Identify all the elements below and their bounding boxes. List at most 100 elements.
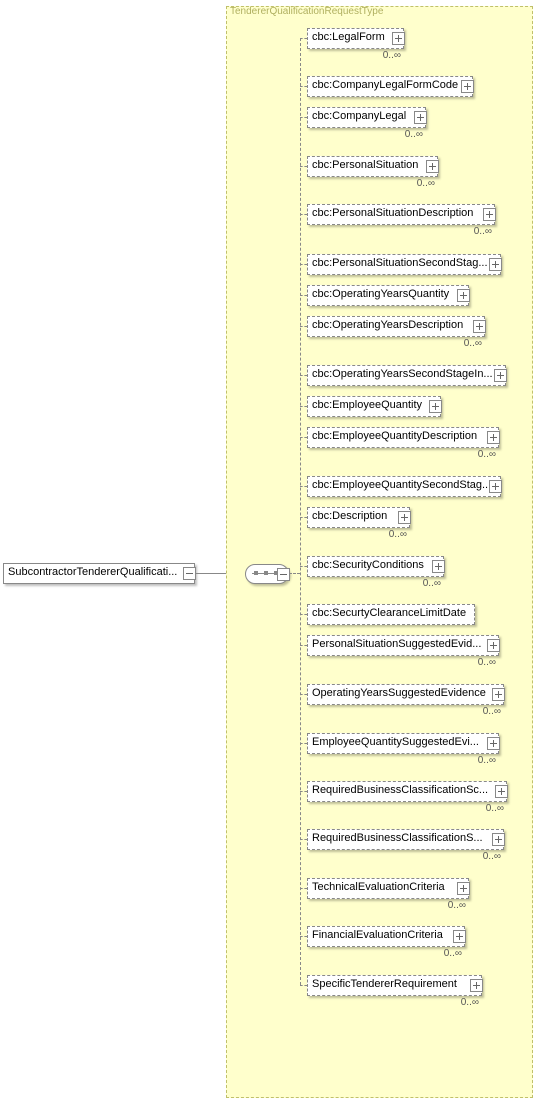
connector-stub bbox=[300, 517, 307, 518]
element-node[interactable]: SpecificTendererRequirement0..∞ bbox=[307, 975, 482, 996]
element-label: cbc:EmployeeQuantitySecondStag... bbox=[312, 479, 491, 491]
element-label: cbc:PersonalSituation bbox=[312, 159, 418, 171]
plus-icon[interactable] bbox=[398, 511, 411, 524]
plus-icon[interactable] bbox=[489, 258, 502, 271]
diagram-canvas: SubcontractorTendererQualificati... Tend… bbox=[0, 0, 536, 1104]
element-label: cbc:CompanyLegal bbox=[312, 110, 406, 122]
element-label: cbc:SecurtyClearanceLimitDate bbox=[312, 607, 466, 619]
element-node[interactable]: RequiredBusinessClassificationS...0..∞ bbox=[307, 829, 504, 850]
element-node[interactable]: cbc:OperatingYearsQuantity bbox=[307, 285, 469, 306]
plus-icon[interactable] bbox=[489, 480, 502, 493]
plus-icon[interactable] bbox=[487, 737, 500, 750]
plus-icon[interactable] bbox=[470, 979, 483, 992]
plus-icon[interactable] bbox=[461, 80, 474, 93]
plus-icon[interactable] bbox=[432, 560, 445, 573]
element-node[interactable]: cbc:Description0..∞ bbox=[307, 507, 410, 528]
connector-stub bbox=[300, 326, 307, 327]
plus-icon[interactable] bbox=[495, 785, 508, 798]
element-label: cbc:OperatingYearsSecondStageIn... bbox=[312, 368, 493, 380]
element-label: TechnicalEvaluationCriteria bbox=[312, 881, 445, 893]
connector-stub bbox=[300, 295, 307, 296]
element-label: cbc:LegalForm bbox=[312, 31, 385, 43]
plus-icon[interactable] bbox=[483, 208, 496, 221]
cardinality-label: 0..∞ bbox=[405, 129, 423, 140]
element-label: cbc:SecurityConditions bbox=[312, 559, 424, 571]
plus-icon[interactable] bbox=[492, 833, 505, 846]
connector-stub bbox=[300, 936, 307, 937]
element-node[interactable]: cbc:LegalForm0..∞ bbox=[307, 28, 404, 49]
element-label: EmployeeQuantitySuggestedEvi... bbox=[312, 736, 479, 748]
element-node[interactable]: PersonalSituationSuggestedEvid...0..∞ bbox=[307, 635, 499, 656]
plus-icon[interactable] bbox=[492, 688, 505, 701]
plus-icon[interactable] bbox=[487, 431, 500, 444]
minus-icon[interactable] bbox=[277, 568, 290, 581]
element-label: cbc:Description bbox=[312, 510, 387, 522]
element-label: PersonalSituationSuggestedEvid... bbox=[312, 638, 481, 650]
plus-icon[interactable] bbox=[494, 369, 507, 382]
element-node[interactable]: FinancialEvaluationCriteria0..∞ bbox=[307, 926, 465, 947]
element-node[interactable]: cbc:PersonalSituationDescription0..∞ bbox=[307, 204, 495, 225]
connector-stub bbox=[300, 694, 307, 695]
dot-icon bbox=[254, 571, 258, 575]
cardinality-label: 0..∞ bbox=[478, 657, 496, 668]
connector-stub bbox=[300, 38, 307, 39]
plus-icon[interactable] bbox=[457, 289, 470, 302]
plus-icon[interactable] bbox=[414, 111, 427, 124]
cardinality-label: 0..∞ bbox=[483, 706, 501, 717]
element-node[interactable]: cbc:EmployeeQuantityDescription0..∞ bbox=[307, 427, 499, 448]
sequence-compositor[interactable] bbox=[245, 564, 289, 584]
connector-stub bbox=[300, 117, 307, 118]
root-element[interactable]: SubcontractorTendererQualificati... bbox=[3, 563, 195, 584]
element-node[interactable]: EmployeeQuantitySuggestedEvi...0..∞ bbox=[307, 733, 499, 754]
element-node[interactable]: cbc:SecurityConditions0..∞ bbox=[307, 556, 444, 577]
plus-icon[interactable] bbox=[429, 400, 442, 413]
connector-stub bbox=[300, 86, 307, 87]
element-label: RequiredBusinessClassificationS... bbox=[312, 832, 483, 844]
element-node[interactable]: cbc:PersonalSituationSecondStag... bbox=[307, 254, 501, 275]
dot-icon bbox=[264, 571, 268, 575]
minus-icon[interactable] bbox=[183, 567, 196, 580]
element-node[interactable]: OperatingYearsSuggestedEvidence0..∞ bbox=[307, 684, 504, 705]
element-node[interactable]: cbc:EmployeeQuantitySecondStag... bbox=[307, 476, 501, 497]
element-node[interactable]: cbc:PersonalSituation0..∞ bbox=[307, 156, 438, 177]
connector-stub bbox=[300, 264, 307, 265]
element-node[interactable]: cbc:CompanyLegal0..∞ bbox=[307, 107, 426, 128]
cardinality-label: 0..∞ bbox=[444, 948, 462, 959]
connector-stub bbox=[300, 437, 307, 438]
element-node[interactable]: RequiredBusinessClassificationSc...0..∞ bbox=[307, 781, 507, 802]
element-node[interactable]: cbc:SecurtyClearanceLimitDate bbox=[307, 604, 475, 625]
plus-icon[interactable] bbox=[473, 320, 486, 333]
cardinality-label: 0..∞ bbox=[478, 755, 496, 766]
element-label: SpecificTendererRequirement bbox=[312, 978, 457, 990]
connector-stub bbox=[300, 375, 307, 376]
cardinality-label: 0..∞ bbox=[417, 178, 435, 189]
cardinality-label: 0..∞ bbox=[464, 338, 482, 349]
cardinality-label: 0..∞ bbox=[474, 226, 492, 237]
element-label: FinancialEvaluationCriteria bbox=[312, 929, 443, 941]
connector-stub bbox=[300, 888, 307, 889]
connector-stub bbox=[300, 566, 307, 567]
element-node[interactable]: cbc:OperatingYearsSecondStageIn... bbox=[307, 365, 506, 386]
element-label: OperatingYearsSuggestedEvidence bbox=[312, 687, 486, 699]
connector-stub bbox=[300, 791, 307, 792]
plus-icon[interactable] bbox=[392, 32, 405, 45]
plus-icon[interactable] bbox=[453, 930, 466, 943]
element-node[interactable]: TechnicalEvaluationCriteria0..∞ bbox=[307, 878, 469, 899]
plus-icon[interactable] bbox=[426, 160, 439, 173]
element-node[interactable]: cbc:EmployeeQuantity bbox=[307, 396, 441, 417]
connector-stub bbox=[300, 839, 307, 840]
plus-icon[interactable] bbox=[457, 882, 470, 895]
connector-line bbox=[289, 573, 300, 574]
element-label: cbc:OperatingYearsDescription bbox=[312, 319, 463, 331]
element-label: cbc:CompanyLegalFormCode bbox=[312, 79, 458, 91]
element-node[interactable]: cbc:OperatingYearsDescription0..∞ bbox=[307, 316, 485, 337]
connector-stub bbox=[300, 985, 307, 986]
element-node[interactable]: cbc:CompanyLegalFormCode bbox=[307, 76, 473, 97]
cardinality-label: 0..∞ bbox=[448, 900, 466, 911]
connector-stub bbox=[300, 406, 307, 407]
cardinality-label: 0..∞ bbox=[483, 851, 501, 862]
plus-icon[interactable] bbox=[487, 639, 500, 652]
cardinality-label: 0..∞ bbox=[461, 997, 479, 1008]
cardinality-label: 0..∞ bbox=[423, 578, 441, 589]
element-label: cbc:EmployeeQuantityDescription bbox=[312, 430, 477, 442]
